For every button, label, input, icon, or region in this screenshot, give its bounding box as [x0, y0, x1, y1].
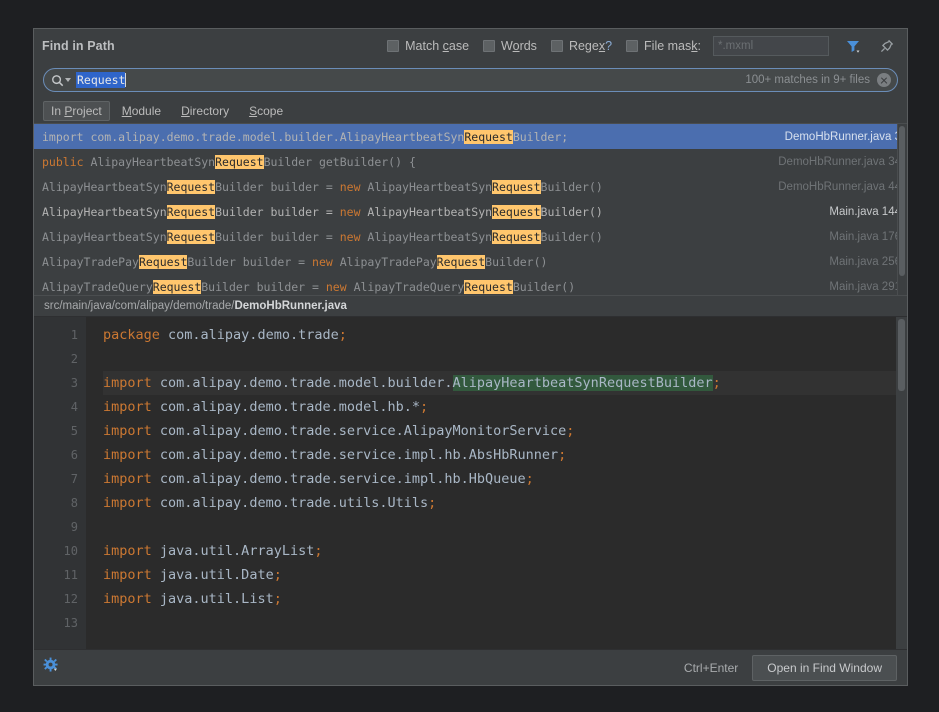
- table-row[interactable]: AlipayHeartbeatSynRequestBuilder builder…: [34, 199, 907, 224]
- line-number: 6: [70, 448, 78, 462]
- table-row[interactable]: import com.alipay.demo.trade.model.build…: [34, 124, 907, 149]
- table-row[interactable]: AlipayHeartbeatSynRequestBuilder builder…: [34, 174, 907, 199]
- tab-directory[interactable]: Directory: [173, 101, 237, 121]
- page-title: Find in Path: [42, 39, 115, 53]
- line-number: 3: [70, 376, 78, 390]
- option-match-case[interactable]: Match case: [387, 39, 469, 53]
- search-options: Match case Words Regex? File mask: *.mxm…: [387, 36, 897, 56]
- line-number: 5: [70, 424, 78, 438]
- tab-module[interactable]: Module: [114, 101, 169, 121]
- code-line[interactable]: import com.alipay.demo.trade.model.build…: [103, 371, 907, 395]
- results-scrollbar-thumb[interactable]: [899, 126, 905, 276]
- tab-in-project[interactable]: In Project: [43, 100, 110, 121]
- match-count-label: 100+ matches in 9+ files: [745, 74, 870, 86]
- file-mask-placeholder: *.mxml: [718, 40, 754, 52]
- tab-scope[interactable]: Scope: [241, 101, 291, 121]
- line-number: 10: [63, 544, 78, 558]
- clear-icon[interactable]: [877, 73, 891, 87]
- table-row[interactable]: AlipayHeartbeatSynRequestBuilder builder…: [34, 224, 907, 249]
- regex-checkbox[interactable]: [550, 40, 563, 52]
- match-case-checkbox[interactable]: [387, 40, 400, 52]
- regex-label: Regex?: [568, 39, 613, 53]
- result-code-line: import com.alipay.demo.trade.model.build…: [42, 129, 569, 144]
- file-mask-input[interactable]: *.mxml: [713, 36, 829, 56]
- result-file-location: DemoHbRunner.java 34: [778, 155, 901, 168]
- table-row[interactable]: AlipayTradePayRequestBuilder builder = n…: [34, 249, 907, 274]
- shortcut-hint: Ctrl+Enter: [683, 660, 739, 675]
- file-mask-label: File mask:: [644, 39, 701, 53]
- text-cursor: [125, 73, 127, 87]
- pin-icon[interactable]: [877, 36, 897, 56]
- option-words[interactable]: Words: [483, 39, 537, 53]
- code-line[interactable]: import java.util.ArrayList;: [103, 539, 907, 563]
- result-code-line: AlipayTradeQueryRequestBuilder builder =…: [42, 279, 576, 294]
- table-row[interactable]: AlipayTradeQueryRequestBuilder builder =…: [34, 274, 907, 295]
- match-case-label: Match case: [405, 39, 470, 53]
- line-number: 11: [63, 568, 78, 582]
- search-icon[interactable]: [51, 74, 71, 87]
- code-line[interactable]: import java.util.List;: [103, 587, 907, 611]
- line-number-gutter: 1 2 3 4 5 6 7 8 9 10 11 12 13: [34, 317, 86, 649]
- words-checkbox[interactable]: [483, 40, 496, 52]
- gear-icon[interactable]: [43, 657, 60, 679]
- result-code-line: public AlipayHeartbeatSynRequestBuilder …: [42, 154, 416, 169]
- breadcrumb-filename: DemoHbRunner.java: [234, 300, 347, 312]
- code-line[interactable]: import com.alipay.demo.trade.service.imp…: [103, 467, 907, 491]
- option-file-mask[interactable]: File mask:: [626, 39, 701, 53]
- code-line[interactable]: import com.alipay.demo.trade.model.hb.*;: [103, 395, 907, 419]
- code-line[interactable]: [103, 611, 907, 635]
- code-line[interactable]: [103, 347, 907, 371]
- result-file-location: Main.java 176: [829, 230, 901, 243]
- option-regex[interactable]: Regex?: [550, 39, 613, 53]
- code-line[interactable]: import java.util.Date;: [103, 563, 907, 587]
- search-input[interactable]: Request: [76, 72, 126, 88]
- line-number: 2: [70, 352, 78, 366]
- code-line[interactable]: package com.alipay.demo.trade;: [103, 323, 907, 347]
- line-number: 7: [70, 472, 78, 486]
- breadcrumb-path: src/main/java/com/alipay/demo/trade/: [44, 300, 235, 312]
- result-file-location: Main.java 256: [829, 255, 901, 268]
- open-in-find-window-button[interactable]: Open in Find Window: [752, 654, 897, 681]
- result-code-line: AlipayHeartbeatSynRequestBuilder builder…: [42, 179, 603, 194]
- result-file-location: DemoHbRunner.java 44: [778, 180, 901, 193]
- code-line[interactable]: import com.alipay.demo.trade.service.Ali…: [103, 419, 907, 443]
- result-code-line: AlipayHeartbeatSynRequestBuilder builder…: [42, 204, 603, 219]
- line-number: 1: [70, 328, 78, 342]
- results-scrollbar[interactable]: [897, 124, 907, 295]
- words-label: Words: [501, 39, 537, 53]
- table-row[interactable]: public AlipayHeartbeatSynRequestBuilder …: [34, 149, 907, 174]
- line-number: 8: [70, 496, 78, 510]
- result-file-location: Main.java 291: [829, 280, 901, 293]
- result-code-line: AlipayHeartbeatSynRequestBuilder builder…: [42, 229, 603, 244]
- result-file-location: Main.java 144: [829, 205, 901, 218]
- code-content[interactable]: package com.alipay.demo.trade; import co…: [86, 317, 907, 649]
- file-mask-checkbox[interactable]: [626, 40, 639, 52]
- search-history-chevron-down-icon[interactable]: [65, 78, 71, 82]
- code-preview[interactable]: 1 2 3 4 5 6 7 8 9 10 11 12 13 package com.alipay.dem…: [34, 317, 907, 649]
- result-code-line: AlipayTradePayRequestBuilder builder = n…: [42, 254, 548, 269]
- editor-scrollbar-thumb[interactable]: [898, 319, 905, 391]
- search-row: Request 100+ matches in 9+ files: [34, 63, 907, 98]
- result-file-location: DemoHbRunner.java 3: [784, 130, 901, 143]
- scope-tabs: In Project Module Directory Scope: [34, 98, 907, 123]
- breadcrumb: src/main/java/com/alipay/demo/trade/Demo…: [34, 295, 907, 317]
- editor-scrollbar[interactable]: [896, 317, 907, 649]
- find-in-path-dialog: Find in Path Match case Words Regex? Fil…: [33, 28, 908, 686]
- code-line[interactable]: [103, 515, 907, 539]
- line-number: 13: [63, 616, 78, 630]
- code-line[interactable]: import com.alipay.demo.trade.service.imp…: [103, 443, 907, 467]
- line-number: 4: [70, 400, 78, 414]
- dialog-header: Find in Path Match case Words Regex? Fil…: [34, 29, 907, 63]
- search-field[interactable]: Request 100+ matches in 9+ files: [43, 68, 898, 92]
- search-results-list[interactable]: import com.alipay.demo.trade.model.build…: [34, 123, 907, 295]
- code-line[interactable]: import com.alipay.demo.trade.utils.Utils…: [103, 491, 907, 515]
- line-number: 12: [63, 592, 78, 606]
- dialog-footer: Ctrl+Enter Open in Find Window: [34, 649, 907, 685]
- filter-funnel-icon[interactable]: [843, 36, 863, 56]
- line-number: 9: [70, 520, 78, 534]
